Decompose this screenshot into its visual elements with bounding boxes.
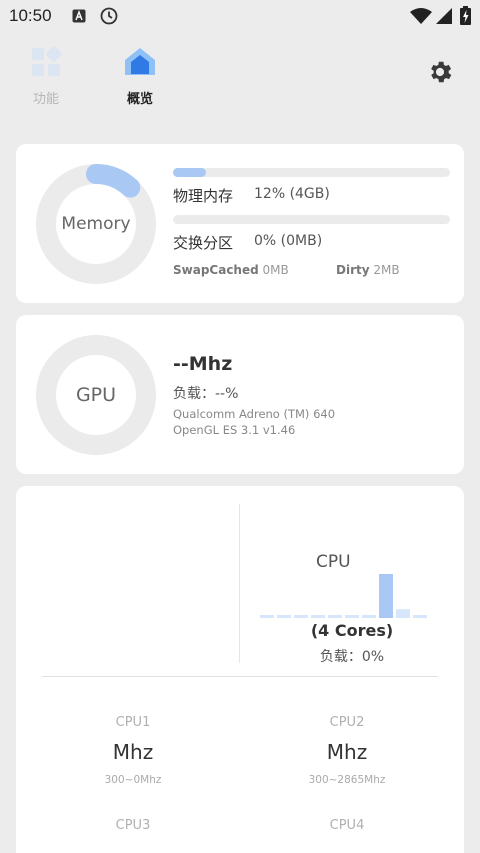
cpu-card: CPU (4 Cores) 负载：0% CPU1 Mhz 300~0Mhz CP…: [16, 486, 464, 853]
status-bar: 10:50: [0, 0, 480, 34]
home-overview-icon: [125, 48, 155, 75]
dirty-stat: Dirty 2MB: [336, 263, 400, 277]
cpu-history-bar: [260, 615, 274, 618]
cpu-vertical-divider: [239, 504, 240, 663]
tab-overview[interactable]: 概览: [110, 46, 170, 107]
swapcached-stat: SwapCached 0MB: [173, 263, 289, 277]
gpu-card: GPU --Mhz 负载：--% Qualcomm Adreno (TM) 64…: [16, 315, 464, 474]
cpu-history-bar: [379, 574, 393, 618]
cpu-core-freq: Mhz: [326, 740, 368, 764]
cpu-core-name: CPU2: [329, 715, 365, 730]
top-navigation: 功能 概览: [0, 34, 480, 114]
gpu-load: 负载：--%: [173, 386, 239, 402]
physical-memory-bar: [173, 168, 450, 177]
cpu-history-bar: [294, 615, 308, 618]
keyboard-a-icon: [72, 9, 86, 23]
cpu-history-bar: [413, 615, 427, 618]
dirty-value: 2MB: [373, 263, 400, 277]
cpu-core-freq: Mhz: [112, 740, 154, 764]
physical-memory-bar-fill: [173, 168, 207, 177]
swapcached-value: 0MB: [262, 263, 289, 277]
physical-memory-label: 物理内存: [173, 187, 234, 205]
cellular-signal-icon: [436, 8, 452, 24]
cpu-history-chart: [260, 574, 427, 618]
swapcached-label: SwapCached: [173, 263, 259, 277]
cpu-history-bar: [362, 615, 376, 618]
cpu-core-name: CPU1: [115, 715, 151, 730]
cpu-history-bar: [311, 615, 325, 618]
tab-functions[interactable]: 功能: [16, 46, 76, 107]
cpu-history-bar: [345, 615, 359, 618]
swap-value: 0% (0MB): [254, 233, 323, 249]
grid-apps-icon: [32, 46, 62, 76]
cpu-core-name: CPU4: [329, 818, 365, 833]
cpu-core-count: (4 Cores): [310, 621, 394, 640]
gpu-model: Qualcomm Adreno (TM) 640: [173, 407, 336, 421]
cpu-horizontal-divider: [42, 676, 438, 677]
gpu-ring-label: GPU: [75, 384, 117, 406]
gear-icon[interactable]: [426, 58, 454, 86]
cpu-history-bar: [277, 615, 291, 618]
wifi-icon: [410, 8, 432, 24]
cpu-history-bar: [328, 615, 342, 618]
cpu-core-2: CPU2 Mhz 300~2865Mhz: [237, 715, 457, 786]
dirty-label: Dirty: [336, 263, 370, 277]
cpu-core-range: 300~2865Mhz: [308, 774, 386, 786]
cpu-load: 负载：0%: [319, 649, 385, 665]
swap-label: 交换分区: [173, 234, 234, 252]
swap-bar: [173, 215, 450, 224]
battery-charging-icon: [460, 6, 471, 25]
cpu-core-4: CPU4: [237, 818, 457, 833]
physical-memory-value: 12% (4GB): [254, 186, 330, 202]
cpu-history-bar: [396, 609, 410, 618]
clock-icon: [100, 7, 118, 25]
memory-ring-label: Memory: [61, 214, 131, 234]
cpu-core-3: CPU3: [23, 818, 243, 833]
cpu-core-1: CPU1 Mhz 300~0Mhz: [23, 715, 243, 786]
cpu-core-range: 300~0Mhz: [104, 774, 162, 786]
tab-overview-label: 概览: [126, 92, 153, 107]
status-time: 10:50: [9, 6, 52, 25]
gpu-opengl-version: OpenGL ES 3.1 v1.46: [173, 423, 296, 437]
gpu-frequency: --Mhz: [173, 353, 233, 375]
tab-functions-label: 功能: [32, 92, 59, 107]
memory-card: Memory 物理内存 12% (4GB) 交换分区 0% (0MB) Swap…: [16, 144, 464, 303]
cpu-core-name: CPU3: [115, 818, 151, 833]
